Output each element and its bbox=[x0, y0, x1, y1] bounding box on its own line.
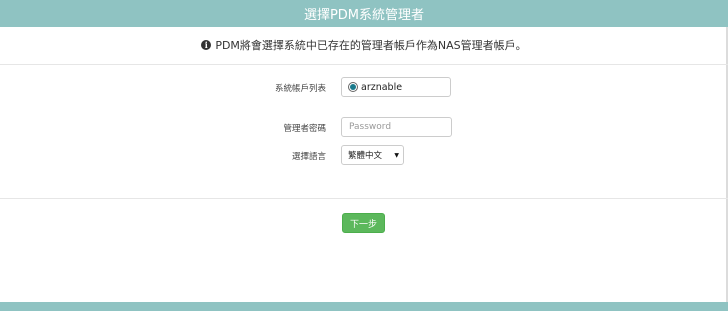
page-title: 選擇PDM系統管理者 bbox=[303, 8, 425, 23]
language-label: 選擇語言 bbox=[291, 152, 326, 162]
next-button[interactable]: 下一步 bbox=[342, 213, 385, 233]
account-list[interactable]: arznable bbox=[341, 77, 451, 97]
account-option-label: arznable bbox=[361, 81, 403, 93]
info-message: i PDM將會選擇系統中已存在的管理者帳戶作為NAS管理者帳戶。 bbox=[0, 33, 728, 57]
page-footer bbox=[0, 302, 728, 311]
divider-bottom bbox=[0, 198, 728, 199]
info-circle-icon: i bbox=[201, 40, 212, 50]
account-radio[interactable] bbox=[348, 82, 358, 92]
language-selected-value: 繁體中文 bbox=[348, 151, 383, 161]
info-text: PDM將會選擇系統中已存在的管理者帳戶作為NAS管理者帳戶。 bbox=[215, 39, 527, 52]
account-list-label: 系統帳戶列表 bbox=[274, 84, 326, 94]
password-label: 管理者密碼 bbox=[283, 124, 326, 134]
next-button-label: 下一步 bbox=[349, 219, 377, 230]
language-select[interactable]: 繁體中文 ▼ bbox=[341, 145, 404, 165]
page-header: 選擇PDM系統管理者 bbox=[0, 0, 728, 27]
dropdown-caret-icon: ▼ bbox=[394, 151, 399, 159]
password-input[interactable] bbox=[341, 117, 452, 137]
radio-selected-dot bbox=[350, 84, 356, 90]
divider-top bbox=[0, 64, 728, 65]
